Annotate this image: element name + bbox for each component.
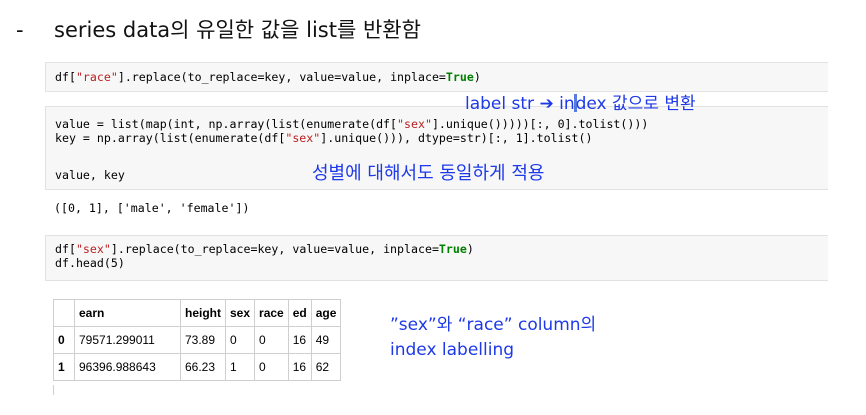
table-cell: 73.89 xyxy=(180,326,226,354)
row-index: 0 xyxy=(53,326,75,354)
table-row: 0 79571.299011 73.89 0 0 16 49 xyxy=(53,326,342,354)
code-cell-race-replace[interactable]: df["race"].replace(to_replace=key, value… xyxy=(45,62,828,92)
code-line: df.head(5) xyxy=(55,256,125,270)
annotation-column-note: ”sex”와 “race” column의 index labelling xyxy=(390,313,596,363)
code-line: key = np.array(list(enumerate(df["sex"].… xyxy=(55,131,593,145)
annotation-gender-note: 성별에 대해서도 동일하게 적용 xyxy=(312,163,545,184)
code-cell-sex-replace[interactable]: df["sex"].replace(to_replace=key, value=… xyxy=(45,235,828,281)
table-cell: 79571.299011 xyxy=(74,326,181,354)
table-cell: 49 xyxy=(310,326,342,354)
dataframe-table: earn height sex race ed age 0 79571.2990… xyxy=(53,299,342,381)
arrow-icon: ➔ xyxy=(539,94,554,114)
column-header: height xyxy=(180,299,226,327)
column-header: sex xyxy=(224,299,256,327)
bullet-dash: - xyxy=(16,18,24,42)
annotation-text: dex 값으로 변환 xyxy=(575,94,696,114)
annotation-line: index labelling xyxy=(390,340,515,360)
annotation-line: ”sex”와 “race” column의 xyxy=(390,315,597,335)
slide-heading: - series data의 유일한 값을 list를 반환함 xyxy=(16,14,421,44)
column-header xyxy=(53,299,75,327)
code-line: df["sex"].replace(to_replace=key, value=… xyxy=(55,242,474,256)
table-continuation xyxy=(53,385,54,395)
table-cell: 0 xyxy=(254,353,289,381)
table-cell: 62 xyxy=(310,353,342,381)
table-cell: 0 xyxy=(254,326,289,354)
table-cell: 1 xyxy=(224,353,256,381)
column-header: ed xyxy=(287,299,312,327)
annotation-text: in xyxy=(553,94,575,114)
table-row: 1 96396.988643 66.23 1 0 16 62 xyxy=(53,353,342,381)
column-header: race xyxy=(254,299,289,327)
table-cell: 66.23 xyxy=(180,353,226,381)
text-cursor xyxy=(573,94,577,112)
code-line: value = list(map(int, np.array(list(enum… xyxy=(55,117,649,131)
table-cell: 96396.988643 xyxy=(74,353,181,381)
table-cell: 16 xyxy=(287,326,312,354)
heading-text: series data의 유일한 값을 list를 반환함 xyxy=(54,18,421,42)
annotation-text: label str xyxy=(465,94,540,114)
cell-output: ([0, 1], ['male', 'female']) xyxy=(54,201,250,215)
table-cell: 16 xyxy=(287,353,312,381)
table-header-row: earn height sex race ed age xyxy=(53,299,342,327)
annotation-label-conversion: label str ➔ index 값으로 변환 xyxy=(465,89,696,114)
column-header: earn xyxy=(74,299,181,327)
row-index: 1 xyxy=(53,353,75,381)
column-header: age xyxy=(310,299,342,327)
code-line: df["race"].replace(to_replace=key, value… xyxy=(55,70,481,84)
table-cell: 0 xyxy=(224,326,256,354)
